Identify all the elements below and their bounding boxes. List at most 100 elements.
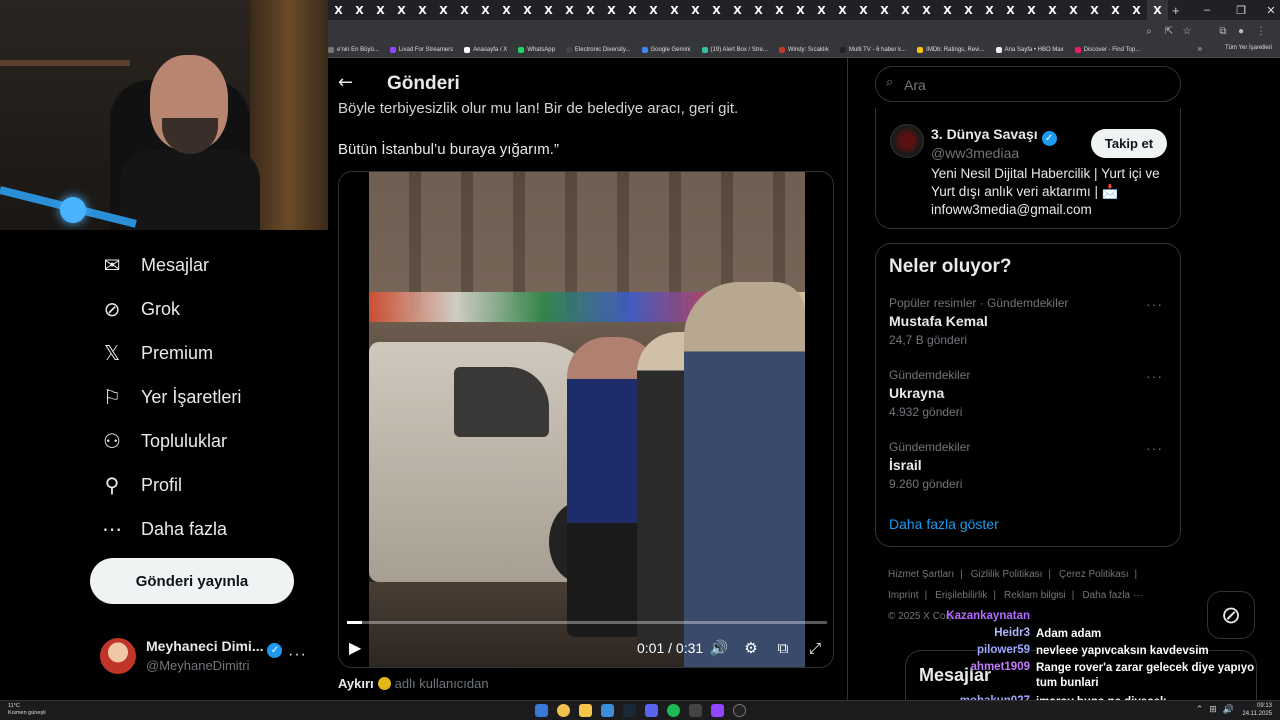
footer-link[interactable]: Erişilebilirlik: [935, 590, 987, 601]
bookmark-item[interactable]: Windy: Sıcaklık: [778, 46, 829, 53]
browser-tab[interactable]: X: [790, 0, 811, 20]
app-icon[interactable]: [689, 704, 702, 717]
bookmark-item[interactable]: (19) Alert Box / Stre...: [701, 46, 768, 53]
profile-name[interactable]: 3. Dünya Savaşı: [931, 126, 1038, 142]
bookmark-item[interactable]: Livad For Streamers: [389, 46, 453, 53]
account-switcher[interactable]: Meyhaneci Dimi... ✓ @MeyhaneDimitri ···: [100, 632, 320, 676]
bookmark-item[interactable]: Anasayfa / X: [464, 46, 507, 53]
star-icon[interactable]: ☆: [1180, 24, 1194, 38]
browser-tab[interactable]: X: [622, 0, 643, 20]
fullscreen-icon[interactable]: ⤢: [805, 638, 825, 658]
browser-tab[interactable]: X: [895, 0, 916, 20]
follow-button[interactable]: Takip et: [1091, 129, 1167, 158]
twitch-icon[interactable]: [711, 704, 724, 717]
browser-tab[interactable]: X: [874, 0, 895, 20]
sidebar-item-profil[interactable]: ⚲ Profil: [100, 467, 182, 503]
spotify-icon[interactable]: [667, 704, 680, 717]
browser-tab[interactable]: X: [916, 0, 937, 20]
browser-tab[interactable]: X: [496, 0, 517, 20]
browser-tab[interactable]: X: [748, 0, 769, 20]
browser-tab[interactable]: X: [685, 0, 706, 20]
pip-icon[interactable]: ⧉: [773, 638, 793, 658]
browser-tab[interactable]: X: [412, 0, 433, 20]
steam-icon[interactable]: [623, 704, 636, 717]
sidebar-item-yer-i-şaretleri[interactable]: ⚐ Yer İşaretleri: [100, 379, 241, 415]
browser-tab[interactable]: X: [811, 0, 832, 20]
browser-tab[interactable]: X: [538, 0, 559, 20]
browser-tab[interactable]: X: [727, 0, 748, 20]
browser-tab[interactable]: X: [937, 0, 958, 20]
browser-tab[interactable]: X: [433, 0, 454, 20]
browser-tab[interactable]: X: [475, 0, 496, 20]
volume-icon[interactable]: 🔊: [709, 638, 729, 658]
bookmark-item[interactable]: Multi TV - 6 haber k...: [839, 46, 906, 53]
browser-tab[interactable]: X: [1021, 0, 1042, 20]
zoom-icon[interactable]: ⌕: [1142, 24, 1156, 38]
browser-tab[interactable]: X: [643, 0, 664, 20]
sidebar-item-daha-fazla[interactable]: ⋯ Daha fazla: [100, 511, 227, 547]
footer-link[interactable]: Daha fazla ···: [1082, 590, 1143, 601]
video-player[interactable]: ▶ 0:01 / 0:31 🔊 ⚙ ⧉ ⤢: [338, 171, 834, 668]
browser-tab[interactable]: X: [328, 0, 349, 20]
address-bar[interactable]: ⌕ ⇱ ☆ ⧉ ● ⋮: [328, 20, 1280, 42]
browser-tab[interactable]: X: [769, 0, 790, 20]
video-frame[interactable]: [369, 172, 805, 667]
all-bookmarks-folder[interactable]: Tüm Yer İşaretleri: [1225, 45, 1272, 51]
browser-tab[interactable]: X: [1063, 0, 1084, 20]
app-icon[interactable]: [601, 704, 614, 717]
trend-item[interactable]: Gündemdekiler İsrail 9.260 gönderi ···: [889, 440, 1171, 498]
weather-widget[interactable]: 11°C Kısmen güneşli: [8, 703, 46, 717]
browser-tab[interactable]: X: [979, 0, 1000, 20]
footer-link[interactable]: Reklam bilgisi: [1004, 590, 1066, 601]
start-icon[interactable]: [535, 704, 548, 717]
video-attribution[interactable]: Aykırı adlı kullanıcıdan: [338, 676, 489, 691]
trend-more-icon[interactable]: ···: [1146, 296, 1163, 312]
restore-icon[interactable]: ❐: [1224, 0, 1258, 20]
sidebar-item-grok[interactable]: ⊘ Grok: [100, 291, 180, 327]
attribution-name[interactable]: Aykırı: [338, 676, 374, 691]
cast-icon[interactable]: ⇱: [1162, 24, 1176, 38]
video-progress-bar[interactable]: [347, 621, 827, 624]
browser-tab[interactable]: X: [1000, 0, 1021, 20]
browser-tab[interactable]: X: [517, 0, 538, 20]
extensions-icon[interactable]: ⧉: [1216, 24, 1230, 38]
trend-item[interactable]: Popüler resimler · Gündemdekiler Mustafa …: [889, 296, 1171, 354]
profile-handle[interactable]: @ww3mediaa: [931, 145, 1019, 161]
search-input[interactable]: [904, 75, 1164, 95]
sidebar-item-premium[interactable]: 𝕏 Premium: [100, 335, 213, 371]
browser-tab[interactable]: X: [664, 0, 685, 20]
minimize-icon[interactable]: –: [1190, 0, 1224, 20]
browser-tab[interactable]: X: [370, 0, 391, 20]
settings-icon[interactable]: ⚙: [741, 638, 761, 658]
browser-tab[interactable]: X: [601, 0, 622, 20]
browser-tab[interactable]: X: [454, 0, 475, 20]
new-tab-icon[interactable]: +: [1172, 3, 1180, 18]
chrome-icon[interactable]: [557, 704, 570, 717]
bookmark-item[interactable]: IMDb: Ratings, Revi...: [917, 46, 985, 53]
browser-tab[interactable]: X: [580, 0, 601, 20]
browser-tab[interactable]: X: [391, 0, 412, 20]
clock[interactable]: 09:13 24.11.2025: [1242, 702, 1272, 718]
browser-tab[interactable]: X: [1126, 0, 1147, 20]
browser-tab[interactable]: X: [832, 0, 853, 20]
bookmark-item[interactable]: Ana Sayfa • HBO Max: [995, 46, 1064, 53]
trend-more-icon[interactable]: ···: [1146, 440, 1163, 456]
browser-tab[interactable]: X: [1105, 0, 1126, 20]
profile-chip-icon[interactable]: ●: [1234, 24, 1248, 38]
browser-tab[interactable]: X: [853, 0, 874, 20]
browser-tab[interactable]: X: [349, 0, 370, 20]
close-window-icon[interactable]: ✕: [1254, 0, 1280, 20]
bookmark-item[interactable]: e'nin En Büyü...: [328, 46, 379, 53]
bookmarks-overflow-icon[interactable]: »: [1198, 44, 1202, 53]
discord-icon[interactable]: [645, 704, 658, 717]
bookmark-item[interactable]: WhatsApp: [518, 46, 555, 53]
footer-link[interactable]: Çerez Politikası: [1059, 569, 1128, 580]
browser-tab[interactable]: X: [706, 0, 727, 20]
bookmark-item[interactable]: Electronic Diversity...: [565, 46, 631, 53]
obs-icon[interactable]: [733, 704, 746, 717]
avatar[interactable]: [890, 124, 924, 158]
play-icon[interactable]: ▶: [349, 638, 369, 658]
browser-tab[interactable]: X: [1147, 0, 1168, 20]
post-button[interactable]: Gönderi yayınla: [90, 558, 294, 604]
avatar[interactable]: [100, 638, 136, 674]
